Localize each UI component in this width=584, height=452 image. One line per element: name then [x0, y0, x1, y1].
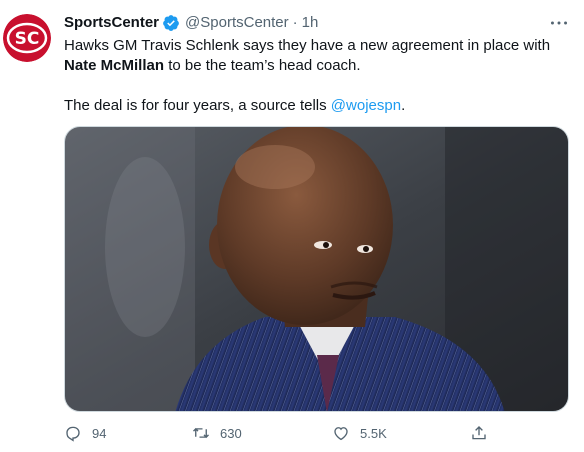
reply-button[interactable]: 94 — [64, 424, 106, 442]
tweet: SC SportsCenter @SportsCenter · 1h Hawks… — [0, 0, 584, 452]
coach-photo — [65, 127, 568, 411]
like-icon — [334, 427, 348, 441]
tweet-photo[interactable] — [64, 126, 569, 412]
mention-link[interactable]: @wojespn — [331, 97, 401, 114]
share-button[interactable] — [470, 424, 498, 442]
tweet-text-span: to be the team’s head coach. — [164, 57, 361, 74]
tweet-text-span: . — [401, 97, 406, 114]
sportscenter-logo: SC — [3, 14, 51, 62]
verified-badge-icon — [162, 14, 180, 32]
tweet-text-span: Hawks GM Travis Schlenk says they have a… — [64, 37, 551, 54]
tweet-text: Hawks GM Travis Schlenk says they have a… — [64, 36, 569, 116]
reply-icon — [66, 426, 80, 442]
bold-name: Nate McMillan — [64, 57, 165, 74]
tweet-line: The deal is for four years, a source tel… — [64, 96, 569, 116]
retweet-icon — [193, 427, 209, 439]
tweet-actions: 94 630 5.5K — [64, 424, 504, 446]
tweet-line: Nate McMillan to be the team’s head coac… — [64, 56, 569, 76]
display-name[interactable]: SportsCenter — [64, 13, 159, 33]
tweet-header: SportsCenter @SportsCenter · 1h — [64, 13, 318, 33]
like-count: 5.5K — [360, 425, 387, 441]
retweet-count: 630 — [220, 425, 242, 441]
more-icon[interactable] — [548, 14, 570, 32]
reply-count: 94 — [92, 425, 107, 441]
svg-text:SC: SC — [15, 29, 40, 49]
timestamp[interactable]: 1h — [302, 13, 319, 33]
share-icon — [472, 426, 486, 440]
tweet-text-span: The deal is for four years, a source tel… — [64, 97, 331, 114]
handle[interactable]: @SportsCenter — [185, 13, 289, 33]
avatar[interactable]: SC — [3, 14, 51, 62]
tweet-line: Hawks GM Travis Schlenk says they have a… — [64, 36, 569, 56]
like-button[interactable]: 5.5K — [332, 424, 387, 442]
retweet-button[interactable]: 630 — [192, 424, 242, 442]
separator-dot: · — [292, 14, 298, 31]
